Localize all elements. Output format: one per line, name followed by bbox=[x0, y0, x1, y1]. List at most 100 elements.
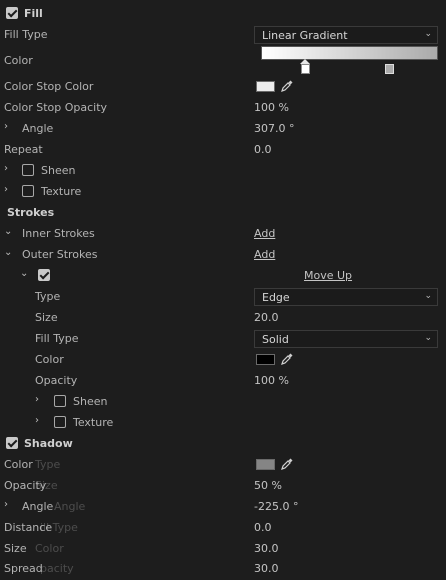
fill-texture-label: Texture bbox=[41, 185, 82, 198]
gradient-bar[interactable] bbox=[261, 46, 438, 60]
fill-sheen-label: Sheen bbox=[41, 164, 76, 177]
stroke-sheen-label: Sheen bbox=[73, 395, 108, 408]
outer-strokes-add-link[interactable]: Add bbox=[254, 248, 275, 261]
color-stop-opacity-value[interactable]: 100 % bbox=[254, 101, 289, 114]
gradient-stop-right[interactable] bbox=[385, 64, 394, 74]
fill-texture-checkbox[interactable] bbox=[22, 185, 34, 197]
shadow-section-header: Shadow bbox=[0, 434, 446, 455]
move-up-link[interactable]: Move Up bbox=[304, 269, 352, 282]
fill-type-label: Fill Type bbox=[4, 28, 48, 41]
stroke-opacity-value[interactable]: 100 % bbox=[254, 374, 289, 387]
chevron-down-icon: ⌄ bbox=[424, 333, 432, 343]
shadow-size-row: Color Size 30.0 bbox=[0, 539, 446, 560]
stroke-color-swatch[interactable] bbox=[256, 354, 275, 365]
color-stop-swatch[interactable] bbox=[256, 81, 275, 92]
stroke-size-row: Size 20.0 bbox=[0, 308, 446, 329]
stroke-item-header-row: ⌄ Move Up bbox=[0, 266, 446, 287]
shadow-angle-label: Angle bbox=[22, 500, 54, 513]
ghost-type-label: Type bbox=[35, 458, 61, 471]
inner-strokes-add-link[interactable]: Add bbox=[254, 227, 275, 240]
fill-sheen-checkbox[interactable] bbox=[22, 164, 34, 176]
inner-strokes-row: ⌄ Inner Strokes Add bbox=[0, 224, 446, 245]
stroke-color-label: Color bbox=[35, 353, 64, 366]
fill-type-dropdown[interactable]: Linear Gradient ⌄ bbox=[254, 26, 438, 44]
chevron-down-icon: ⌄ bbox=[424, 291, 432, 301]
shadow-opacity-value[interactable]: 50 % bbox=[254, 479, 282, 492]
fill-angle-label: Angle bbox=[22, 122, 54, 135]
chevron-right-icon[interactable]: › bbox=[4, 121, 8, 132]
stroke-texture-label: Texture bbox=[73, 416, 114, 429]
stroke-size-label: Size bbox=[35, 311, 58, 324]
shadow-distance-label: Distance bbox=[4, 521, 53, 534]
fill-type-row: Fill Type Linear Gradient ⌄ bbox=[0, 25, 446, 46]
fill-color-label: Color bbox=[4, 54, 33, 67]
shadow-angle-value[interactable]: -225.0 ° bbox=[254, 500, 298, 513]
chevron-right-icon[interactable]: › bbox=[4, 163, 8, 174]
stroke-sheen-checkbox[interactable] bbox=[54, 395, 66, 407]
fill-angle-row: › Angle 307.0 ° bbox=[0, 119, 446, 140]
outer-strokes-label: Outer Strokes bbox=[22, 248, 98, 261]
fill-sheen-row: › Sheen bbox=[0, 161, 446, 182]
stroke-sheen-row: › Sheen bbox=[0, 392, 446, 413]
shadow-color-swatch[interactable] bbox=[256, 459, 275, 470]
stroke-type-dropdown[interactable]: Edge ⌄ bbox=[254, 288, 438, 306]
fill-angle-value[interactable]: 307.0 ° bbox=[254, 122, 295, 135]
shadow-color-label: Color bbox=[4, 458, 33, 471]
chevron-down-icon: ⌄ bbox=[424, 29, 432, 39]
chevron-down-icon[interactable]: ⌄ bbox=[4, 247, 12, 258]
stroke-type-value: Edge bbox=[262, 291, 290, 304]
stroke-fill-type-label: Fill Type bbox=[35, 332, 79, 345]
chevron-right-icon[interactable]: › bbox=[35, 394, 39, 405]
shadow-size-label: Size bbox=[4, 542, 27, 555]
shadow-color-row: Type Color bbox=[0, 455, 446, 476]
fill-section-header: Fill bbox=[0, 4, 446, 25]
stroke-color-row: Color bbox=[0, 350, 446, 371]
fill-type-value: Linear Gradient bbox=[262, 29, 348, 42]
stroke-fill-type-value: Solid bbox=[262, 333, 289, 346]
fill-repeat-row: Repeat 0.0 bbox=[0, 140, 446, 161]
fill-title: Fill bbox=[24, 7, 43, 20]
chevron-right-icon[interactable]: › bbox=[4, 184, 8, 195]
chevron-right-icon[interactable]: › bbox=[35, 415, 39, 426]
stroke-item-checkbox[interactable] bbox=[38, 269, 50, 281]
eyedropper-icon[interactable] bbox=[280, 79, 294, 93]
fill-repeat-label: Repeat bbox=[4, 143, 43, 156]
stroke-opacity-label: Opacity bbox=[35, 374, 78, 387]
shadow-angle-row: Angle › Angle -225.0 ° bbox=[0, 497, 446, 518]
stroke-fill-type-dropdown[interactable]: Solid ⌄ bbox=[254, 330, 438, 348]
outer-strokes-row: ⌄ Outer Strokes Add bbox=[0, 245, 446, 266]
color-stop-opacity-label: Color Stop Opacity bbox=[4, 101, 108, 114]
stroke-fill-type-row: Fill Type Solid ⌄ bbox=[0, 329, 446, 350]
fill-checkbox[interactable] bbox=[6, 7, 18, 19]
shadow-title: Shadow bbox=[24, 437, 73, 450]
strokes-title: Strokes bbox=[7, 206, 55, 219]
chevron-down-icon[interactable]: ⌄ bbox=[20, 268, 28, 279]
inner-strokes-label: Inner Strokes bbox=[22, 227, 95, 240]
ghost-angle-label: Angle bbox=[54, 500, 86, 513]
chevron-down-icon[interactable]: ⌄ bbox=[4, 226, 12, 237]
fill-texture-row: › Texture bbox=[0, 182, 446, 203]
stroke-texture-row: › Texture bbox=[0, 413, 446, 434]
stroke-opacity-row: Opacity 100 % bbox=[0, 371, 446, 392]
eyedropper-icon[interactable] bbox=[280, 457, 294, 471]
ghost-color-label: Color bbox=[35, 542, 64, 555]
shadow-size-value[interactable]: 30.0 bbox=[254, 542, 279, 555]
shadow-distance-row: ill Type Distance 0.0 bbox=[0, 518, 446, 539]
shadow-opacity-label: Opacity bbox=[4, 479, 47, 492]
gradient-stop-left[interactable] bbox=[301, 64, 310, 74]
chevron-right-icon[interactable]: › bbox=[4, 499, 8, 510]
color-stop-opacity-row: Color Stop Opacity 100 % bbox=[0, 98, 446, 119]
shadow-distance-value[interactable]: 0.0 bbox=[254, 521, 272, 534]
shadow-spread-row: pacity Spread 30.0 bbox=[0, 559, 446, 580]
stroke-size-value[interactable]: 20.0 bbox=[254, 311, 279, 324]
strokes-section-header: Strokes bbox=[0, 203, 446, 224]
stroke-texture-checkbox[interactable] bbox=[54, 416, 66, 428]
shadow-opacity-row: Size Opacity 50 % bbox=[0, 476, 446, 497]
eyedropper-icon[interactable] bbox=[280, 352, 294, 366]
stroke-type-label: Type bbox=[35, 290, 61, 303]
color-stop-color-row: Color Stop Color bbox=[0, 77, 446, 98]
shadow-checkbox[interactable] bbox=[6, 437, 18, 449]
stroke-type-row: Type Edge ⌄ bbox=[0, 287, 446, 308]
fill-repeat-value[interactable]: 0.0 bbox=[254, 143, 272, 156]
color-stop-color-label: Color Stop Color bbox=[4, 80, 94, 93]
